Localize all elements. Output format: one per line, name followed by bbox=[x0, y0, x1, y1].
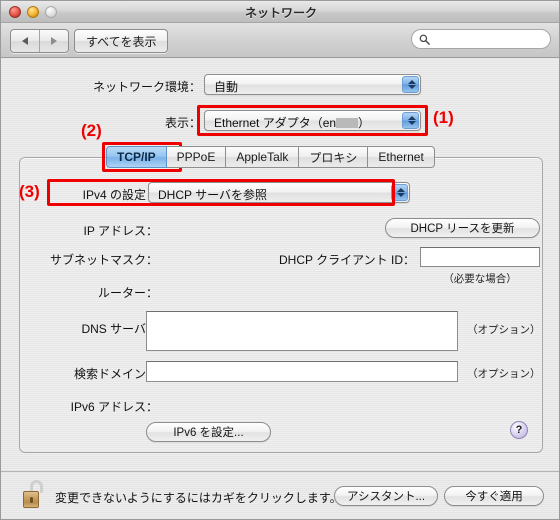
show-interface-value-suffix: ） bbox=[358, 116, 371, 130]
ip-address-label: IP アドレス： bbox=[83, 224, 158, 238]
show-label: 表示： bbox=[164, 116, 201, 130]
show-interface-popup-value: Ethernet アダプタ（en ） bbox=[214, 114, 370, 131]
location-popup-value: 自動 bbox=[214, 80, 239, 94]
tab-ethernet-label: Ethernet bbox=[378, 150, 424, 164]
window-titlebar: ネットワーク bbox=[1, 1, 559, 23]
tab-tcpip[interactable]: TCP/IP bbox=[106, 146, 167, 168]
tab-proxies[interactable]: プロキシ bbox=[299, 146, 369, 168]
router-label: ルーター： bbox=[97, 286, 158, 300]
window-title: ネットワーク bbox=[244, 6, 317, 20]
show-all-label: すべてを表示 bbox=[86, 34, 157, 49]
dns-servers-input[interactable] bbox=[146, 311, 458, 351]
dhcp-client-id-note: （必要な場合） bbox=[443, 273, 517, 285]
dhcp-renew-lease-button[interactable]: DHCP リースを更新 bbox=[385, 218, 540, 238]
settings-tabbar: TCP/IP PPPoE AppleTalk プロキシ Ethernet bbox=[106, 146, 435, 168]
triangle-right-icon bbox=[51, 37, 57, 45]
tab-tcpip-label: TCP/IP bbox=[117, 150, 156, 164]
location-popup-button[interactable]: 自動 bbox=[204, 74, 421, 95]
chevron-updown-icon bbox=[402, 76, 419, 93]
show-all-button[interactable]: すべてを表示 bbox=[74, 29, 169, 53]
dhcp-client-id-input[interactable] bbox=[420, 247, 540, 267]
tab-pppoe[interactable]: PPPoE bbox=[166, 146, 227, 168]
ipv6-address-label: IPv6 アドレス： bbox=[70, 400, 158, 414]
back-button[interactable] bbox=[11, 30, 40, 52]
subnet-mask-label: サブネットマスク： bbox=[49, 253, 158, 267]
help-button-label: ? bbox=[515, 424, 523, 436]
tab-ethernet[interactable]: Ethernet bbox=[368, 146, 435, 168]
chevron-updown-icon bbox=[402, 112, 419, 129]
assistant-button[interactable]: アシスタント... bbox=[334, 486, 438, 506]
tab-pppoe-label: PPPoE bbox=[176, 150, 216, 164]
annotation-number-2: (2) bbox=[81, 121, 102, 140]
dhcp-renew-lease-label: DHCP リースを更新 bbox=[410, 223, 515, 235]
triangle-left-icon bbox=[22, 37, 28, 45]
ipv4-config-label: IPv4 の設定： bbox=[82, 188, 158, 202]
unlocked-padlock-icon[interactable] bbox=[23, 480, 47, 508]
show-interface-value-prefix: Ethernet アダプタ（en bbox=[214, 116, 337, 130]
dns-optional-note: （オプション） bbox=[467, 324, 541, 336]
configure-ipv6-button[interactable]: IPv6 を設定... bbox=[146, 422, 271, 442]
lock-message: 変更できないようにするにはカギをクリックします。 bbox=[55, 491, 342, 505]
dhcp-client-id-label: DHCP クライアント ID： bbox=[279, 253, 415, 267]
bottom-bar: 変更できないようにするにはカギをクリックします。 アシスタント... 今すぐ適用 bbox=[1, 471, 559, 519]
configure-ipv6-label: IPv6 を設定... bbox=[173, 427, 244, 439]
location-label: ネットワーク環境： bbox=[92, 80, 201, 94]
tab-appletalk[interactable]: AppleTalk bbox=[226, 146, 300, 168]
search-domains-label: 検索ドメイン： bbox=[73, 367, 158, 381]
ipv4-config-popup-button[interactable]: DHCP サーバを参照 bbox=[148, 182, 410, 203]
annotation-number-3: (3) bbox=[19, 182, 40, 201]
ipv4-config-popup-value: DHCP サーバを参照 bbox=[158, 188, 267, 202]
chevron-updown-icon bbox=[391, 184, 408, 201]
show-interface-popup-button[interactable]: Ethernet アダプタ（en ） bbox=[204, 110, 421, 131]
tab-proxies-label: プロキシ bbox=[309, 150, 358, 165]
forward-button[interactable] bbox=[40, 30, 68, 52]
navigation-segmented-control[interactable] bbox=[10, 29, 69, 53]
assistant-button-label: アシスタント... bbox=[346, 491, 426, 503]
toolbar: すべてを表示 bbox=[1, 23, 559, 58]
search-icon bbox=[419, 34, 430, 45]
redacted-interface-number bbox=[336, 118, 359, 128]
search-field[interactable] bbox=[411, 29, 551, 49]
apply-now-button[interactable]: 今すぐ適用 bbox=[444, 486, 544, 506]
tcpip-settings-panel: IPv4 の設定： DHCP サーバを参照 IP アドレス： DHCP リースを… bbox=[19, 157, 543, 453]
dns-servers-label: DNS サーバ： bbox=[81, 322, 158, 336]
network-preferences-window: ネットワーク すべてを表示 ネットワーク環境： 自動 表示： Ethernet … bbox=[0, 0, 560, 520]
tab-appletalk-label: AppleTalk bbox=[236, 150, 289, 164]
apply-now-button-label: 今すぐ適用 bbox=[465, 491, 523, 503]
help-button[interactable]: ? bbox=[510, 421, 528, 439]
annotation-number-1: (1) bbox=[433, 108, 454, 127]
search-domains-input[interactable] bbox=[146, 361, 458, 382]
search-domains-optional-note: （オプション） bbox=[467, 368, 541, 380]
